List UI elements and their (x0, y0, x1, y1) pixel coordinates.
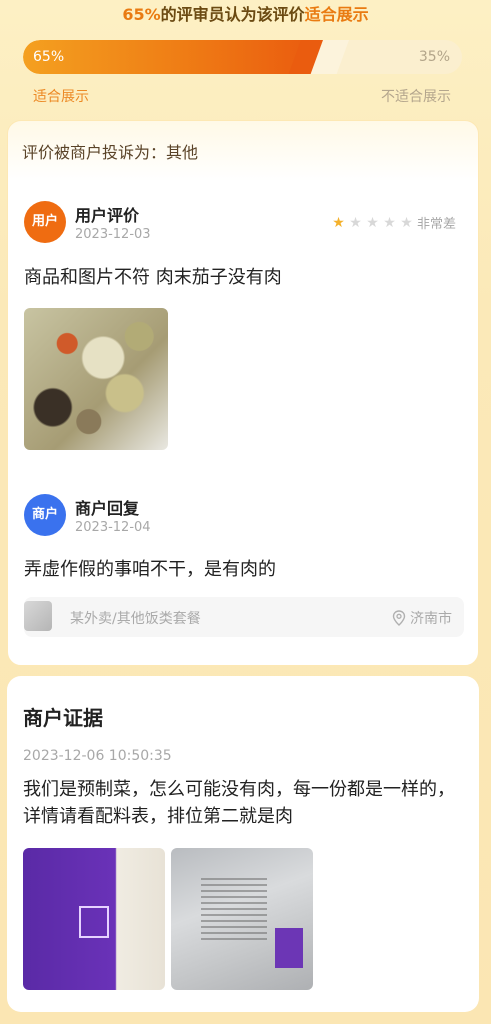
store-city: 济南市 (410, 611, 452, 627)
user-avatar: 用户 (24, 201, 66, 243)
review-card: 评价被商户投诉为：其他 用户 用户评价 2023-12-03 ★ ★ ★ ★ ★… (7, 120, 479, 666)
user-review-title: 用户评价 (75, 206, 140, 225)
evidence-title: 商户证据 (23, 706, 103, 730)
rating-text: 非常差 (417, 217, 457, 232)
package-logo-back (275, 928, 303, 968)
evidence-photo-package-front[interactable] (23, 848, 165, 990)
vote-bar-suitable-fill (23, 40, 311, 74)
store-name: 某外卖/其他饭类套餐 (70, 611, 201, 627)
merchant-evidence-card: 商户证据 2023-12-06 10:50:35 我们是预制菜，怎么可能没有肉，… (7, 676, 479, 1012)
evidence-time: 2023-12-06 10:50:35 (23, 748, 172, 764)
unsuitable-percent: 35% (418, 49, 450, 65)
star-icon: ★ (383, 214, 396, 231)
store-thumbnail (24, 601, 52, 631)
verdict-result: 适合展示 (304, 5, 369, 24)
evidence-photo-ingredient-label[interactable] (171, 848, 313, 990)
suitable-label: 适合展示 (33, 89, 89, 105)
star-rating: ★ ★ ★ ★ ★ 非常差 (330, 213, 457, 233)
merchant-avatar: 商户 (24, 494, 66, 536)
review-verdict-title: 65%的评审员认为该评价适合展示 (0, 4, 491, 26)
evidence-content: 我们是预制菜，怎么可能没有肉，每一份都是一样的，详情请看配料表，排位第二就是肉 (23, 779, 455, 827)
location-pin-icon (392, 610, 406, 626)
merchant-reply-title: 商户回复 (75, 499, 140, 518)
star-icon: ★ (349, 214, 362, 231)
user-review-date: 2023-12-03 (75, 227, 151, 242)
store-location: 济南市 (392, 608, 452, 628)
ingredient-list-lines (201, 878, 267, 942)
suitable-percent: 65% (33, 49, 65, 65)
star-icon: ★ (400, 214, 413, 231)
verdict-percent: 65% (122, 5, 161, 24)
verdict-middle-text: 的评审员认为该评价 (160, 5, 305, 24)
star-icon: ★ (366, 214, 379, 231)
vote-progress-bar: 65% 35% (23, 40, 462, 74)
user-review-content: 商品和图片不符 肉末茄子没有肉 (24, 267, 282, 288)
store-info-bar[interactable]: 某外卖/其他饭类套餐 济南市 (24, 597, 464, 637)
unsuitable-label: 不适合展示 (381, 89, 451, 105)
review-food-photo[interactable] (24, 308, 168, 450)
complaint-reason: 评价被商户投诉为：其他 (22, 143, 199, 162)
merchant-reply-date: 2023-12-04 (75, 520, 151, 535)
merchant-reply-content: 弄虚作假的事咱不干，是有肉的 (24, 559, 276, 580)
star-icon: ★ (332, 214, 345, 231)
package-logo (79, 906, 109, 938)
